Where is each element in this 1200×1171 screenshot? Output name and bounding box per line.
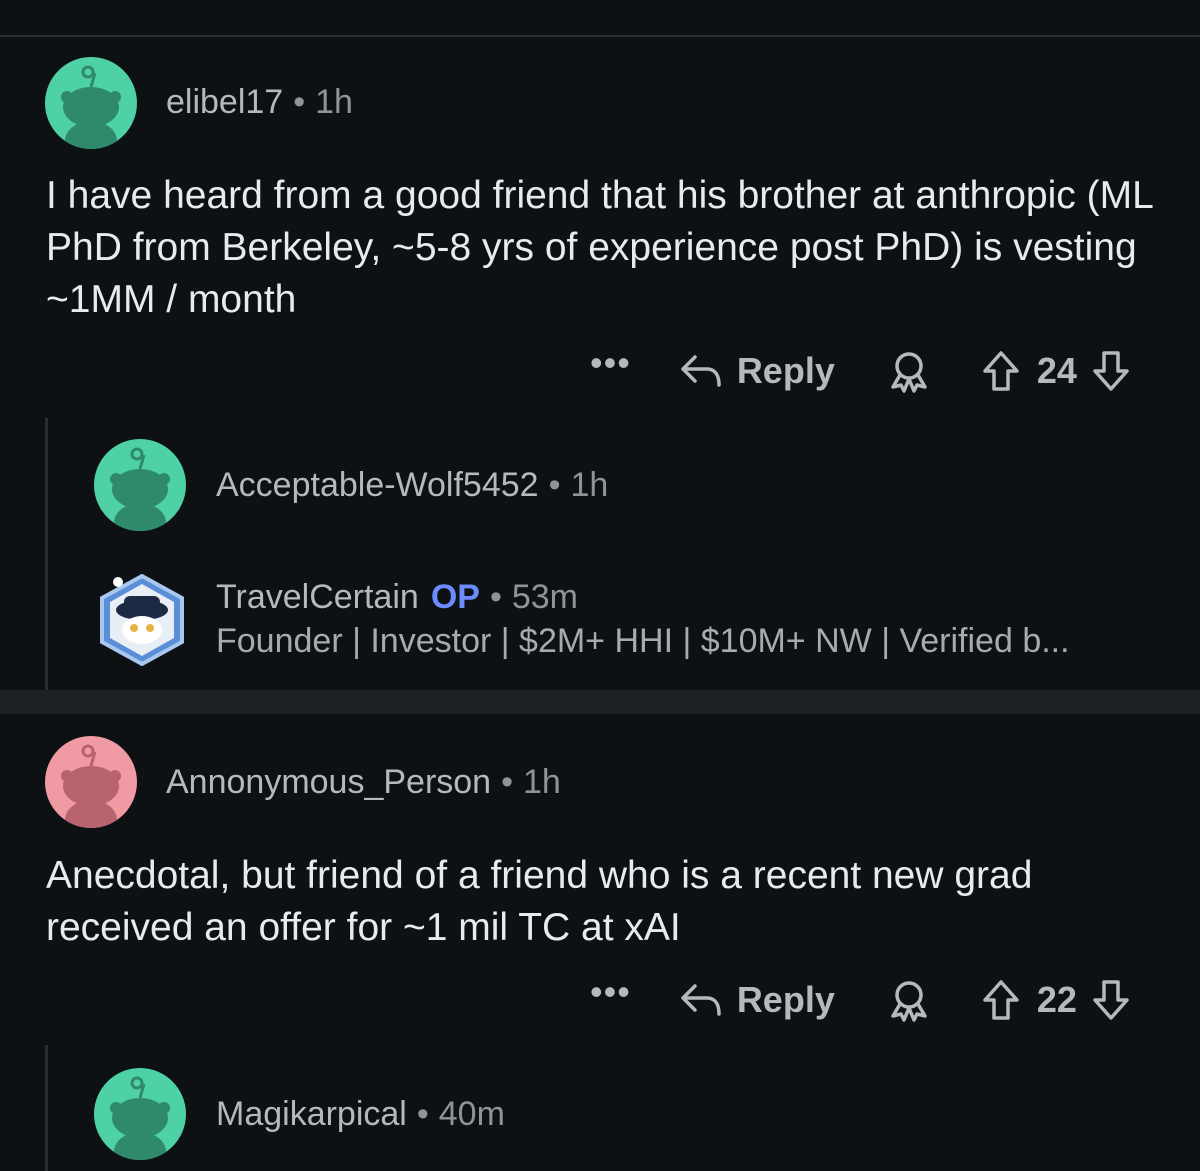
avatar-snoo-icon bbox=[100, 574, 184, 666]
top-divider bbox=[0, 35, 1200, 37]
upvote-icon[interactable] bbox=[981, 349, 1021, 393]
comment-actions: ••• Reply 24 bbox=[590, 342, 1131, 396]
op-badge: OP bbox=[430, 578, 480, 616]
thread-line[interactable] bbox=[45, 418, 48, 690]
username[interactable]: TravelCertain bbox=[216, 578, 419, 616]
reply-label: Reply bbox=[736, 979, 835, 1020]
vote-count: 22 bbox=[1036, 979, 1077, 1020]
award-icon bbox=[891, 981, 927, 1022]
reply-label: Reply bbox=[736, 350, 835, 391]
upvote-icon[interactable] bbox=[981, 978, 1021, 1022]
avatar[interactable] bbox=[45, 57, 137, 149]
avatar-snoo-icon bbox=[94, 1068, 186, 1160]
vote-control: 24 bbox=[981, 349, 1131, 393]
vote-count: 24 bbox=[1036, 350, 1077, 391]
comment-separator bbox=[0, 690, 1200, 714]
reply-icon bbox=[681, 355, 721, 387]
timestamp: 1h bbox=[523, 763, 561, 801]
reply-meta: Acceptable-Wolf5452 • 1h bbox=[216, 466, 609, 504]
vote-control: 22 bbox=[981, 978, 1131, 1022]
comment-body: I have heard from a good friend that his… bbox=[46, 174, 1153, 321]
comment-body: Anecdotal, but friend of a friend who is… bbox=[46, 854, 1033, 949]
username[interactable]: Annonymous_Person bbox=[166, 763, 491, 801]
comment-actions: ••• Reply 22 bbox=[590, 971, 1131, 1025]
username[interactable]: Acceptable-Wolf5452 bbox=[216, 466, 539, 504]
avatar[interactable] bbox=[96, 574, 188, 666]
avatar-snoo-icon bbox=[45, 57, 137, 149]
award-icon bbox=[891, 352, 927, 393]
avatar[interactable] bbox=[45, 736, 137, 828]
username[interactable]: Magikarpical bbox=[216, 1095, 407, 1133]
comment-meta: elibel17 • 1h bbox=[166, 83, 353, 121]
timestamp: 1h bbox=[570, 466, 609, 504]
reply-button[interactable]: Reply bbox=[679, 350, 835, 392]
timestamp: 40m bbox=[438, 1095, 505, 1133]
thread-line[interactable] bbox=[45, 1045, 48, 1171]
downvote-icon[interactable] bbox=[1091, 978, 1131, 1022]
comment-meta: Annonymous_Person • 1h bbox=[166, 763, 561, 801]
timestamp: 1h bbox=[315, 83, 353, 121]
user-flair: Founder | Investor | $2M+ HHI | $10M+ NW… bbox=[216, 622, 1070, 660]
reply-meta: Magikarpical • 40m bbox=[216, 1095, 505, 1133]
avatar-snoo-icon bbox=[94, 439, 186, 531]
more-icon[interactable]: ••• bbox=[590, 971, 631, 1013]
downvote-icon[interactable] bbox=[1091, 349, 1131, 393]
timestamp: 53m bbox=[511, 578, 578, 616]
avatar[interactable] bbox=[94, 1068, 186, 1160]
avatar-snoo-icon bbox=[45, 736, 137, 828]
reply-button[interactable]: Reply bbox=[679, 979, 835, 1021]
reply-meta: TravelCertain OP • 53m bbox=[216, 578, 578, 616]
username[interactable]: elibel17 bbox=[166, 83, 283, 121]
award-button[interactable] bbox=[887, 349, 931, 393]
award-button[interactable] bbox=[887, 978, 931, 1022]
reply-icon bbox=[681, 984, 721, 1016]
avatar[interactable] bbox=[94, 439, 186, 531]
more-icon[interactable]: ••• bbox=[590, 342, 631, 384]
